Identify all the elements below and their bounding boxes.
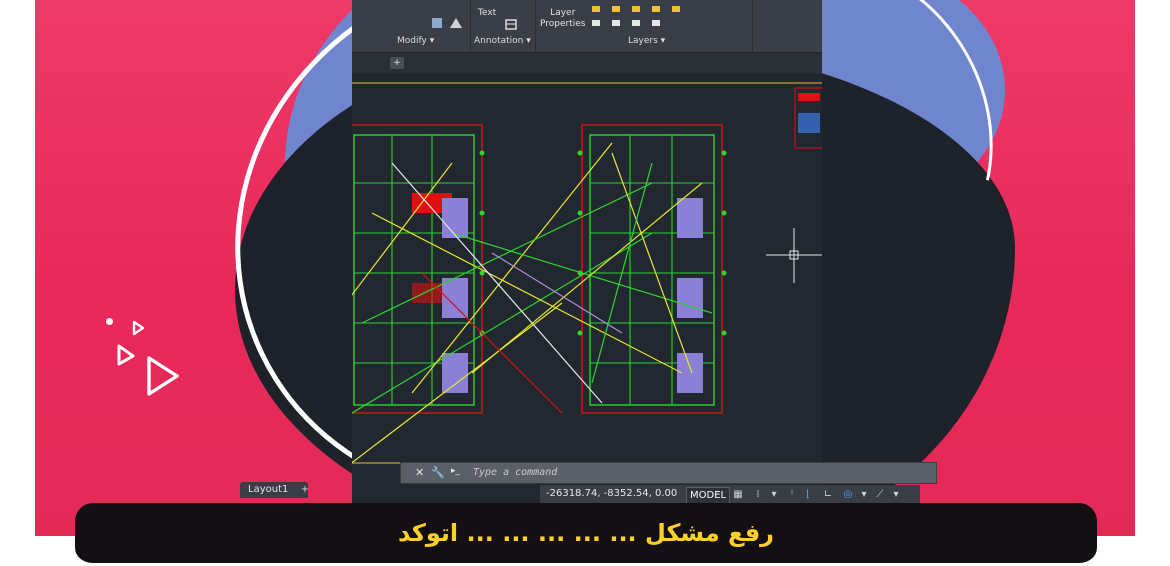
ribbon-separator [752,0,753,52]
text-button[interactable]: Text [478,8,496,19]
play-triangles-icon [117,320,179,396]
snap-icon[interactable]: ⁞ [752,489,764,501]
command-input[interactable]: Type a command [473,467,557,478]
command-line[interactable]: ✕ 🔧 ▸_ Type a command [400,462,937,484]
model-space-button[interactable]: MODEL [686,487,731,504]
grid-icon[interactable]: ▦ [732,489,744,501]
ribbon-separator [470,0,471,52]
modify-tool-icons[interactable] [430,14,466,32]
layer-tools-icons[interactable] [590,2,720,34]
chevron-down-icon[interactable]: ▾ [890,489,902,501]
isometric-icon[interactable]: ⟋ [874,489,886,501]
ribbon-group-modify[interactable]: Modify ▾ [397,36,434,46]
ribbon-group-annotation[interactable]: Annotation ▾ [474,36,531,46]
crosshair-cursor [766,228,822,283]
file-tab-strip: + [352,53,822,73]
modify-label: Modify [397,36,427,46]
ribbon-toolbar: Modify ▾ Text Annotation ▾ Layer Propert… [352,0,822,53]
dynamic-input-icon[interactable]: ⌊ [802,489,814,501]
layout-tab-label: Layout1 [248,484,289,495]
tangled-lines [352,142,713,464]
layer-properties-button[interactable]: Layer Properties [540,8,585,30]
infer-constraints-icon[interactable]: ⁱ [786,489,798,501]
wrench-icon[interactable]: 🔧 [431,466,445,479]
chevron-down-icon[interactable]: ▾ [768,489,780,501]
add-layout-button[interactable]: + [298,484,312,496]
new-tab-button[interactable]: + [390,57,404,69]
close-icon[interactable]: ✕ [415,466,424,479]
ribbon-separator [535,0,536,52]
table-icon[interactable] [502,18,522,32]
annotation-label: Annotation [474,36,524,46]
decorative-dot [106,318,113,325]
coordinate-readout: -26318.74, -8352.54, 0.00 [546,488,678,499]
floor-plan-right [577,124,727,414]
command-prompt-icon: ▸_ [451,466,461,476]
title-banner: رفع مشکل ... ... ... ... ... اتوکد [75,503,1097,566]
ortho-icon[interactable]: ∟ [822,489,834,501]
chevron-down-icon[interactable]: ▾ [858,489,870,501]
ribbon-group-layers[interactable]: Layers ▾ [628,36,665,46]
polar-tracking-icon[interactable]: ◎ [842,489,854,501]
autocad-window: Modify ▾ Text Annotation ▾ Layer Propert… [352,0,822,536]
title-block [794,87,822,149]
layers-label: Layers [628,36,658,46]
status-bar: -26318.74, -8352.54, 0.00 MODEL ▦ ⁞ ▾ ⁱ … [540,485,920,505]
banner-title: رفع مشکل ... ... ... ... ... اتوکد [398,519,774,547]
